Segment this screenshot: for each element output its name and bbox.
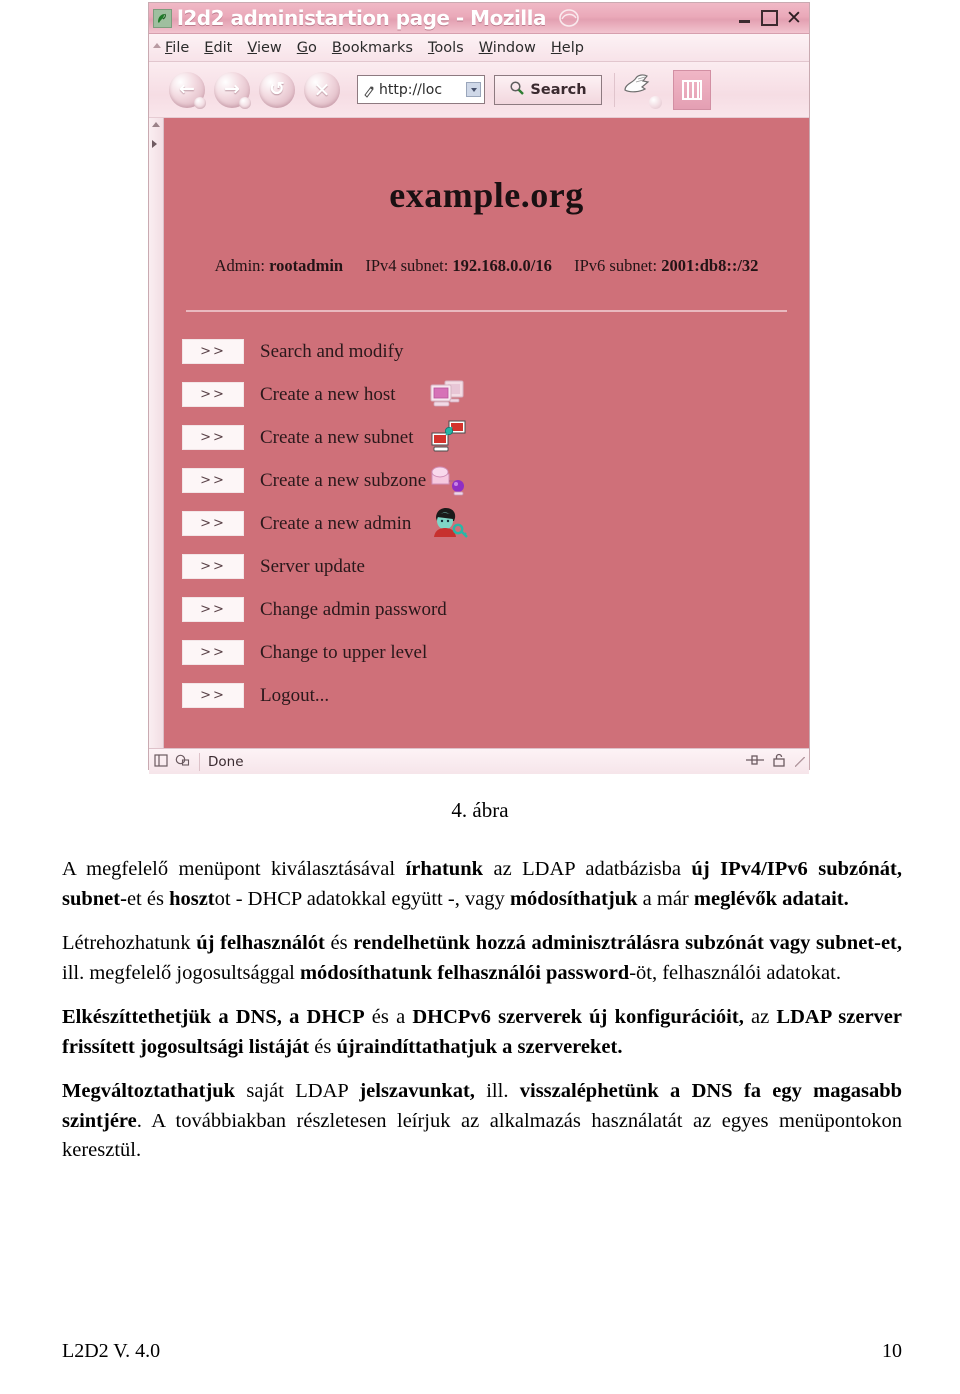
menu-row-create-a-new-host[interactable]: >> Create a new host	[164, 373, 809, 416]
browser-titlebar: l2d2 administartion page - Mozilla ✕	[149, 3, 809, 34]
menu-edit[interactable]: Edit	[204, 40, 232, 56]
paragraph-2: Létrehozhatunk új felhasználót és rendel…	[62, 932, 903, 984]
menu-label[interactable]: Change to upper level	[260, 642, 427, 664]
reload-button[interactable]: ↺	[257, 70, 302, 110]
page-footer: L2D2 V. 4.0 10	[62, 1340, 902, 1363]
chevron-button[interactable]: >>	[182, 425, 244, 450]
menu-label[interactable]: Search and modify	[260, 341, 404, 363]
menu-row-change-admin-password[interactable]: >> Change admin password	[164, 588, 809, 631]
back-button[interactable]: ←	[167, 70, 212, 110]
connection-icon[interactable]	[745, 754, 765, 770]
page-menu-list: >> Search and modify >> Create a new hos…	[164, 330, 809, 717]
paragraph-1: A megfelelő menüpont kiválasztásával írh…	[62, 858, 902, 910]
menu-label[interactable]: Create a new subnet	[260, 427, 414, 449]
forward-button[interactable]: →	[212, 70, 257, 110]
search-icon	[509, 80, 525, 100]
menu-label[interactable]: Create a new subzone	[260, 470, 426, 492]
menubar-grip[interactable]	[153, 43, 161, 48]
browser-window: l2d2 administartion page - Mozilla ✕ Fil…	[148, 2, 810, 774]
paragraph-3: Elkészíttethetjük a DNS, a DHCP és a DHC…	[62, 1006, 903, 1058]
url-bar[interactable]: http://loc	[357, 75, 485, 104]
minimize-button[interactable]	[732, 7, 756, 29]
paragraph-4: Megváltoztathatjuk saját LDAP jelszavunk…	[62, 1080, 902, 1162]
search-button[interactable]: Search	[494, 74, 602, 105]
admin-label: Admin:	[214, 256, 265, 275]
menu-label[interactable]: Create a new host	[260, 384, 396, 406]
footer-document-id: L2D2 V. 4.0	[62, 1340, 161, 1362]
chevron-button[interactable]: >>	[182, 468, 244, 493]
admin-value: rootadmin	[269, 256, 344, 275]
window-title: l2d2 administartion page - Mozilla	[177, 6, 547, 30]
page-title: example.org	[389, 175, 584, 215]
stop-button[interactable]: ✕	[302, 70, 347, 110]
footer-page-number: 10	[882, 1340, 902, 1362]
sidebar-expand-icon[interactable]	[152, 140, 157, 148]
menu-help[interactable]: Help	[551, 40, 584, 56]
menu-bookmarks[interactable]: Bookmarks	[332, 40, 413, 56]
statusbar-separator	[199, 752, 200, 771]
menu-row-create-a-new-admin[interactable]: >> Create a new admin	[164, 502, 809, 545]
figure-caption: 4. ábra	[451, 798, 509, 822]
chevron-button[interactable]: >>	[182, 683, 244, 708]
chevron-button[interactable]: >>	[182, 382, 244, 407]
toolbar-separator	[614, 72, 615, 107]
url-dropdown-icon[interactable]	[466, 82, 481, 97]
print-button[interactable]	[621, 70, 669, 110]
subzone-icon	[426, 459, 472, 503]
ipv6-label: IPv6 subnet:	[574, 256, 658, 275]
resize-grip[interactable]	[795, 756, 805, 767]
cookie-icon[interactable]	[175, 754, 191, 769]
page-content: example.org Admin: rootadmin IPv4 subnet…	[164, 118, 809, 748]
menu-view[interactable]: View	[247, 40, 281, 56]
close-button[interactable]: ✕	[782, 7, 806, 29]
security-padlock-icon[interactable]	[772, 753, 786, 771]
computer-host-icon	[426, 373, 472, 417]
mozilla-lizard-icon	[153, 8, 172, 28]
ipv4-label: IPv4 subnet:	[365, 256, 449, 275]
menu-row-search-and-modify[interactable]: >> Search and modify	[164, 330, 809, 373]
menu-label[interactable]: Create a new admin	[260, 513, 411, 535]
menu-go[interactable]: Go	[297, 40, 317, 56]
maximize-button[interactable]	[757, 7, 781, 29]
menu-tools[interactable]: Tools	[428, 40, 464, 56]
browser-navigation-toolbar: ← → ↺ ✕ http://loc Search	[149, 62, 809, 118]
url-input[interactable]: http://loc	[379, 82, 466, 98]
document-body: A megfelelő menüpont kiválasztásával írh…	[62, 855, 902, 1166]
menu-label[interactable]: Change admin password	[260, 599, 447, 621]
menu-row-logout[interactable]: >> Logout...	[164, 674, 809, 717]
browser-menubar: File Edit View Go Bookmarks Tools Window…	[149, 34, 809, 62]
menu-row-server-update[interactable]: >> Server update	[164, 545, 809, 588]
figure-browser-screenshot: l2d2 administartion page - Mozilla ✕ Fil…	[0, 0, 960, 790]
page-proxy-icon	[362, 83, 376, 98]
ipv4-value: 192.168.0.0/16	[452, 256, 552, 275]
ipv6-value: 2001:db8::/32	[661, 256, 759, 275]
mozilla-logo-icon[interactable]	[673, 69, 711, 110]
chevron-button[interactable]: >>	[182, 511, 244, 536]
browser-statusbar: Done	[149, 748, 809, 774]
chevron-button[interactable]: >>	[182, 597, 244, 622]
menu-row-create-a-new-subzone[interactable]: >> Create a new subzone	[164, 459, 809, 502]
search-button-label: Search	[530, 81, 587, 98]
menu-row-create-a-new-subnet[interactable]: >> Create a new subnet	[164, 416, 809, 459]
chevron-button[interactable]: >>	[182, 640, 244, 665]
mozilla-dragon-icon	[556, 7, 582, 29]
window-controls: ✕	[731, 7, 806, 29]
statusbar-right-icons	[745, 753, 805, 771]
menu-row-change-to-upper-level[interactable]: >> Change to upper level	[164, 631, 809, 674]
menu-window[interactable]: Window	[479, 40, 536, 56]
browser-viewport: example.org Admin: rootadmin IPv4 subnet…	[149, 118, 809, 748]
sidebar-collapse-icon[interactable]	[152, 122, 160, 127]
network-subnet-icon	[426, 416, 472, 460]
chevron-button[interactable]: >>	[182, 339, 244, 364]
menu-file[interactable]: File	[165, 40, 189, 56]
menu-label[interactable]: Logout...	[260, 685, 329, 707]
sidebar-strip[interactable]	[149, 118, 164, 748]
chevron-button[interactable]: >>	[182, 554, 244, 579]
menu-label[interactable]: Server update	[260, 556, 365, 578]
admin-user-key-icon	[426, 502, 472, 546]
header-divider	[186, 310, 787, 312]
page-info-line: Admin: rootadmin IPv4 subnet: 192.168.0.…	[164, 256, 809, 276]
status-text: Done	[208, 753, 244, 770]
sidebar-toggle-icon[interactable]	[154, 754, 170, 769]
